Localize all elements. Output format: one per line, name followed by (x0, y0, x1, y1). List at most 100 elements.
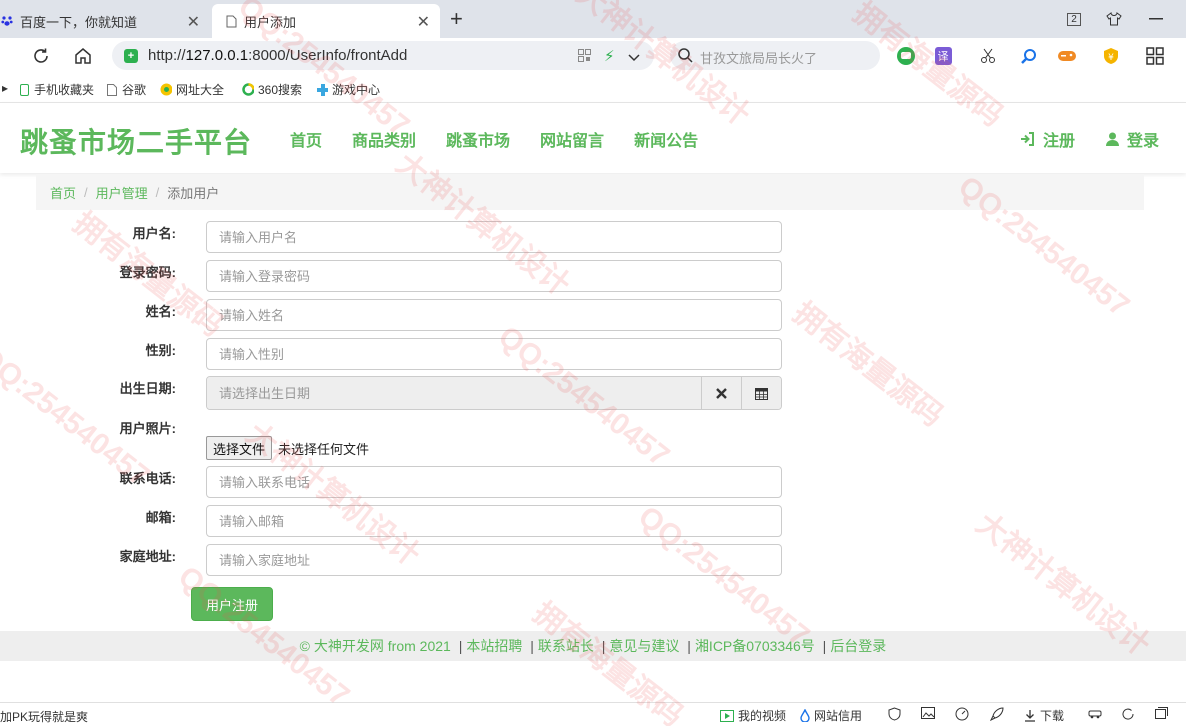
tab-count-badge[interactable]: 2 (1062, 8, 1086, 30)
play-icon (720, 709, 734, 722)
ring-360-icon (242, 83, 254, 96)
search-box[interactable]: 甘孜文旅局局长火了 (670, 41, 880, 70)
gender-label: 性别: (145, 343, 176, 358)
status-promo-text[interactable]: 加PK玩得就是爽 (0, 708, 88, 725)
bookmark-game-center[interactable]: 游戏中心 (316, 81, 380, 98)
gamepad-icon (316, 83, 328, 96)
site-header: 跳蚤市场二手平台 首页 商品类别 跳蚤市场 网站留言 新闻公告 注册 登录 (0, 103, 1186, 173)
breadcrumb-home[interactable]: 首页 (50, 183, 76, 202)
tab-user-add[interactable]: 用户添加 ✕ (212, 4, 440, 38)
download-icon (1024, 709, 1036, 722)
baidu-paw-icon (0, 14, 14, 28)
footer-link-contact[interactable]: 联系站长 (538, 638, 594, 654)
password-label: 登录密码: (119, 265, 176, 280)
url-text: http://127.0.0.1:8000/UserInfo/frontAdd (148, 47, 408, 64)
phone-input[interactable] (206, 466, 782, 498)
footer-link-feedback[interactable]: 意见与建议 (609, 638, 679, 654)
address-bar[interactable]: + http://127.0.0.1:8000/UserInfo/frontAd… (112, 41, 654, 70)
choose-file-button[interactable]: 选择文件 (206, 436, 273, 460)
my-videos-button[interactable]: 我的视频 (720, 707, 786, 724)
clear-date-button[interactable] (701, 377, 741, 409)
refresh-cloud-icon[interactable] (1121, 707, 1135, 721)
nav-news[interactable]: 新闻公告 (634, 127, 698, 151)
window-restore-icon[interactable] (1155, 707, 1168, 719)
shield-icon[interactable] (888, 707, 901, 721)
coin-shield-icon[interactable]: ¥ (1098, 44, 1124, 68)
page-icon (106, 83, 118, 96)
birthday-date-picker (206, 376, 782, 410)
footer-link-jobs[interactable]: 本站招聘 (466, 638, 522, 654)
nav-flea-market[interactable]: 跳蚤市场 (446, 127, 510, 151)
bookmark-url-directory[interactable]: 网址大全 (160, 81, 224, 98)
site-brand[interactable]: 跳蚤市场二手平台 (20, 121, 252, 161)
photo-file-picker: 选择文件 未选择任何文件 (206, 436, 369, 460)
username-input[interactable] (206, 221, 782, 253)
skin-shirt-icon[interactable] (1102, 8, 1126, 30)
close-icon[interactable]: ✕ (417, 12, 430, 32)
form-row-phone: 联系电话: (0, 466, 800, 500)
magnifier-icon[interactable] (1016, 44, 1042, 68)
birthday-input[interactable] (207, 377, 701, 409)
svg-text:¥: ¥ (1108, 53, 1114, 63)
globe-icon (160, 83, 172, 96)
reload-icon[interactable] (28, 44, 54, 68)
nav-guestbook[interactable]: 网站留言 (540, 127, 604, 151)
apps-grid-icon[interactable] (1142, 44, 1168, 68)
qr-code-icon[interactable] (578, 49, 591, 65)
tab-title: 用户添加 (244, 14, 297, 30)
minimize-icon[interactable] (1144, 8, 1168, 30)
download-button[interactable]: 下载 (1024, 707, 1064, 724)
name-input[interactable] (206, 299, 782, 331)
image-icon[interactable] (921, 707, 935, 719)
form-row-photo: 用户照片: (0, 416, 800, 450)
register-link[interactable]: 注册 (1020, 127, 1075, 151)
nav-categories[interactable]: 商品类别 (352, 127, 416, 151)
close-icon[interactable]: ✕ (187, 12, 200, 32)
email-input[interactable] (206, 505, 782, 537)
phone-label: 联系电话: (119, 471, 176, 486)
form-row-name: 姓名: (0, 299, 800, 333)
translate-icon[interactable]: 译 (930, 44, 956, 68)
home-icon[interactable] (70, 44, 96, 68)
login-link[interactable]: 登录 (1106, 127, 1159, 151)
bookmark-google[interactable]: 谷歌 (106, 81, 146, 98)
nav-home[interactable]: 首页 (290, 127, 322, 151)
breadcrumb-current: 添加用户 (167, 185, 220, 201)
chat-bubble-icon[interactable] (893, 44, 919, 68)
name-label: 姓名: (145, 304, 176, 319)
tab-baidu[interactable]: 百度一下，你就知道 ✕ (0, 4, 210, 38)
birthday-label: 出生日期: (119, 381, 176, 396)
file-status-text: 未选择任何文件 (278, 441, 370, 457)
game-controller-icon[interactable] (1054, 44, 1080, 68)
chevron-down-icon[interactable] (628, 50, 640, 65)
calendar-icon (755, 387, 768, 400)
footer-link-icp[interactable]: 湘ICP备0703346号 (695, 638, 815, 654)
address-label: 家庭地址: (119, 549, 176, 564)
browser-nav-bar: + http://127.0.0.1:8000/UserInfo/frontAd… (0, 38, 1186, 74)
gender-input[interactable] (206, 338, 782, 370)
register-submit-button[interactable]: 用户注册 (191, 587, 273, 621)
rocket-icon[interactable] (990, 707, 1004, 721)
form-row-username: 用户名: (0, 221, 800, 255)
user-icon (1106, 132, 1119, 146)
close-icon (716, 387, 727, 399)
site-credit-button[interactable]: 网站信用 (800, 707, 862, 724)
form-row-password: 登录密码: (0, 260, 800, 294)
form-row-email: 邮箱: (0, 505, 800, 539)
calendar-button[interactable] (741, 377, 781, 409)
new-tab-icon[interactable]: + (450, 6, 463, 32)
lightning-icon[interactable]: ⚡ (604, 47, 615, 65)
speed-gauge-icon[interactable] (955, 707, 969, 721)
car-icon[interactable] (1088, 707, 1102, 719)
address-input[interactable] (206, 544, 782, 576)
droplet-icon (800, 709, 810, 722)
breadcrumb-user-management[interactable]: 用户管理 (96, 183, 148, 202)
browser-tab-bar: 百度一下，你就知道 ✕ 用户添加 ✕ + 2 (0, 0, 1186, 38)
password-input[interactable] (206, 260, 782, 292)
breadcrumb: 首页 / 用户管理 / 添加用户 (36, 174, 1144, 210)
bookmark-mobile[interactable]: 手机收藏夹 (18, 81, 94, 98)
footer-link-admin-login[interactable]: 后台登录 (830, 638, 886, 654)
scissors-icon[interactable] (975, 44, 1001, 68)
bookmark-menu-arrow[interactable]: ▸ (2, 81, 8, 95)
bookmark-360-search[interactable]: 360搜索 (242, 81, 302, 98)
